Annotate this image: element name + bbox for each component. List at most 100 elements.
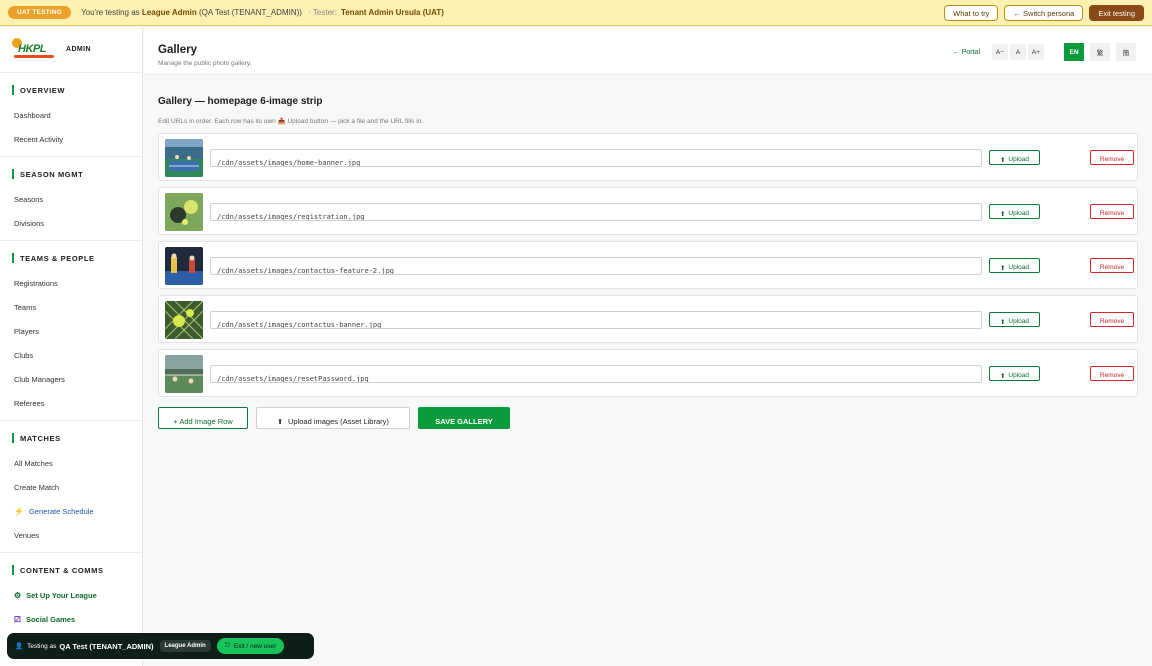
image-url-input[interactable]: /cdn/assets/images/contactus-banner.jpg	[210, 311, 982, 329]
gallery-thumbnail	[165, 355, 203, 393]
gallery-row: /cdn/assets/images/contactus-feature-2.j…	[158, 241, 1138, 289]
gallery-row: /cdn/assets/images/registration.jpg ⬆ Upl…	[158, 187, 1138, 235]
uat-role: League Admin	[141, 8, 197, 17]
tester-prefix: Testing as	[27, 642, 57, 650]
league-logo[interactable]: HKPL	[12, 37, 58, 62]
page-subtitle: Manage the public photo gallery.	[158, 60, 252, 67]
uat-tester-name: Tenant Admin Ursula (UAT)	[340, 8, 444, 17]
image-url-input[interactable]: /cdn/assets/images/contactus-feature-2.j…	[210, 257, 982, 275]
sidebar-item-club-managers[interactable]: Club Managers	[0, 368, 142, 392]
lang-simplified-button[interactable]: 簡	[1116, 43, 1136, 61]
switch-persona-button[interactable]: ← Switch persona	[1004, 5, 1084, 21]
remove-button[interactable]: Remove	[1090, 366, 1134, 381]
nav-group-teams: TEAMS & PEOPLE Registrations Teams Playe…	[0, 241, 142, 421]
gallery-thumbnail	[165, 247, 203, 285]
font-size-controls: A− A A+	[992, 44, 1044, 60]
nav-heading: CONTENT & COMMS	[0, 565, 142, 575]
upload-button[interactable]: ⬆ Upload	[989, 258, 1040, 273]
swoosh-icon	[14, 54, 54, 58]
upload-icon: ⬆	[999, 156, 1006, 164]
upload-images-library-button[interactable]: ⬆ Upload images (Asset Library)	[256, 407, 410, 429]
sidebar-item-dashboard[interactable]: Dashboard	[0, 104, 142, 128]
gallery-actions: + Add Image Row ⬆ Upload images (Asset Li…	[158, 407, 510, 429]
setup-icon: ⚙	[14, 591, 22, 600]
add-image-row-button[interactable]: + Add Image Row	[158, 407, 248, 429]
sidebar-item-social-games[interactable]: ⚂ Social Games	[0, 608, 142, 632]
logo-text: HKPL	[18, 42, 46, 55]
font-normal-button[interactable]: A	[1010, 44, 1026, 60]
gallery-thumbnail	[165, 193, 203, 231]
gallery-thumbnail	[165, 301, 203, 339]
sidebar-item-divisions[interactable]: Divisions	[0, 212, 142, 236]
exit-new-user-button[interactable]: ⎋ Exit / new user	[216, 638, 285, 654]
remove-button[interactable]: Remove	[1090, 258, 1134, 273]
upload-button[interactable]: ⬆ Upload	[989, 204, 1040, 219]
dice-icon: ⚂	[14, 615, 21, 624]
uat-tester-prefix: · Tester:	[308, 8, 337, 17]
sidebar-item-seasons[interactable]: Seasons	[0, 188, 142, 212]
gallery-row: /cdn/assets/images/home-banner.jpg ⬆ Uplo…	[158, 133, 1138, 181]
font-smaller-button[interactable]: A−	[992, 44, 1008, 60]
nav-heading: OVERVIEW	[0, 85, 142, 95]
uat-status-text: You're testing as League Admin (QA Test …	[81, 8, 444, 17]
remove-button[interactable]: Remove	[1090, 204, 1134, 219]
sidebar-item-players[interactable]: Players	[0, 320, 142, 344]
exit-icon: ⎋	[224, 642, 230, 649]
upload-button[interactable]: ⬆ Upload	[989, 366, 1040, 381]
upload-icon: ⬆	[999, 372, 1006, 380]
image-url-input[interactable]: /cdn/assets/images/home-banner.jpg	[210, 149, 982, 167]
sidebar-item-clubs[interactable]: Clubs	[0, 344, 142, 368]
sidebar-item-create-match[interactable]: Create Match	[0, 476, 142, 500]
header-controls: ← Portal A− A A+ EN 繁 簡	[953, 43, 1136, 61]
tester-name: QA Test (TENANT_ADMIN)	[59, 641, 154, 651]
uat-pill: UAT TESTING	[8, 6, 72, 19]
sidebar-item-recent-activity[interactable]: Recent Activity	[0, 128, 142, 152]
flame-icon: ⚡	[14, 507, 24, 516]
nav-group-season: SEASON MGMT Seasons Divisions	[0, 157, 142, 241]
upload-icon: ⬆	[999, 210, 1006, 218]
sidebar-item-registrations[interactable]: Registrations	[0, 272, 142, 296]
save-gallery-button[interactable]: SAVE GALLERY	[418, 407, 510, 429]
upload-icon: ⬆	[999, 318, 1006, 326]
remove-button[interactable]: Remove	[1090, 312, 1134, 327]
sidebar-item-set-up-league[interactable]: ⚙ Set Up Your League	[0, 584, 142, 608]
sidebar-item-teams[interactable]: Teams	[0, 296, 142, 320]
exit-testing-button[interactable]: Exit testing	[1089, 5, 1144, 21]
image-url-input[interactable]: /cdn/assets/images/registration.jpg	[210, 203, 982, 221]
gallery-section-title: Gallery — homepage 6-image strip	[158, 96, 323, 107]
image-url-input[interactable]: /cdn/assets/images/resetPassword.jpg	[210, 365, 982, 383]
font-larger-button[interactable]: A+	[1028, 44, 1044, 60]
page-header: Gallery Manage the public photo gallery.…	[144, 27, 1152, 75]
sidebar-item-referees[interactable]: Referees	[0, 392, 142, 416]
tester-pill: 👤 Testing as QA Test (TENANT_ADMIN) Leag…	[7, 633, 314, 659]
sidebar-item-generate-schedule[interactable]: ⚡ Generate Schedule	[0, 500, 142, 524]
gallery-row: /cdn/assets/images/contactus-banner.jpg …	[158, 295, 1138, 343]
portal-link[interactable]: ← Portal	[953, 49, 980, 56]
lang-traditional-button[interactable]: 繁	[1090, 43, 1110, 61]
uat-prefix: You're testing as	[81, 8, 140, 17]
what-to-try-button[interactable]: What to try	[944, 5, 999, 21]
sidebar-item-venues[interactable]: Venues	[0, 524, 142, 548]
upload-button[interactable]: ⬆ Upload	[989, 150, 1040, 165]
brand-label: ADMIN	[66, 46, 91, 53]
sidebar: HKPL ADMIN OVERVIEW Dashboard Recent Act…	[0, 27, 143, 666]
gallery-rows: /cdn/assets/images/home-banner.jpg ⬆ Uplo…	[158, 133, 1138, 403]
upload-icon: ⬆	[999, 264, 1006, 272]
remove-button[interactable]: Remove	[1090, 150, 1134, 165]
gallery-row: /cdn/assets/images/resetPassword.jpg ⬆ Up…	[158, 349, 1138, 397]
gallery-thumbnail	[165, 139, 203, 177]
nav-heading: SEASON MGMT	[0, 169, 142, 179]
upload-button[interactable]: ⬆ Upload	[989, 312, 1040, 327]
tester-role-badge: League Admin	[159, 640, 211, 652]
nav-group-overview: OVERVIEW Dashboard Recent Activity	[0, 73, 142, 157]
uat-actions: What to try ← Switch persona Exit testin…	[944, 5, 1144, 21]
uat-context: (QA Test (TENANT_ADMIN))	[198, 8, 302, 17]
nav-heading: TEAMS & PEOPLE	[0, 253, 142, 263]
user-icon: 👤	[15, 643, 24, 650]
nav-group-content: CONTENT & COMMS ⚙ Set Up Your League ⚂ Soc…	[0, 553, 142, 636]
page-title: Gallery	[158, 44, 197, 56]
brand: HKPL ADMIN	[0, 27, 142, 73]
sidebar-item-all-matches[interactable]: All Matches	[0, 452, 142, 476]
nav-group-matches: MATCHES All Matches Create Match ⚡ Genera…	[0, 421, 142, 553]
lang-en-button[interactable]: EN	[1064, 43, 1084, 61]
